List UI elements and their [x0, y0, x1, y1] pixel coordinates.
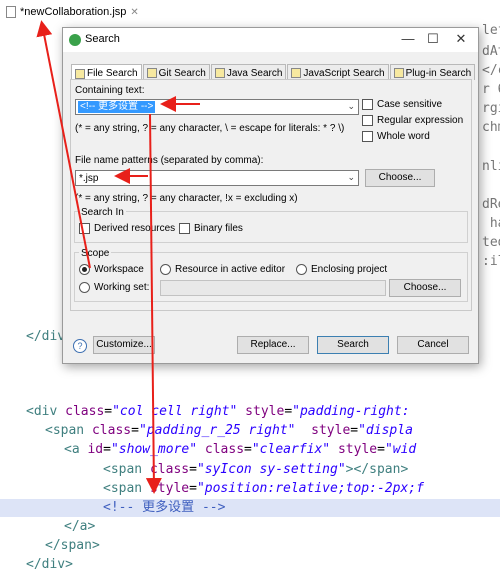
- arrow-to-tab: [36, 20, 91, 269]
- annotation-arrows: [36, 20, 200, 494]
- arrow-to-code: [145, 113, 162, 494]
